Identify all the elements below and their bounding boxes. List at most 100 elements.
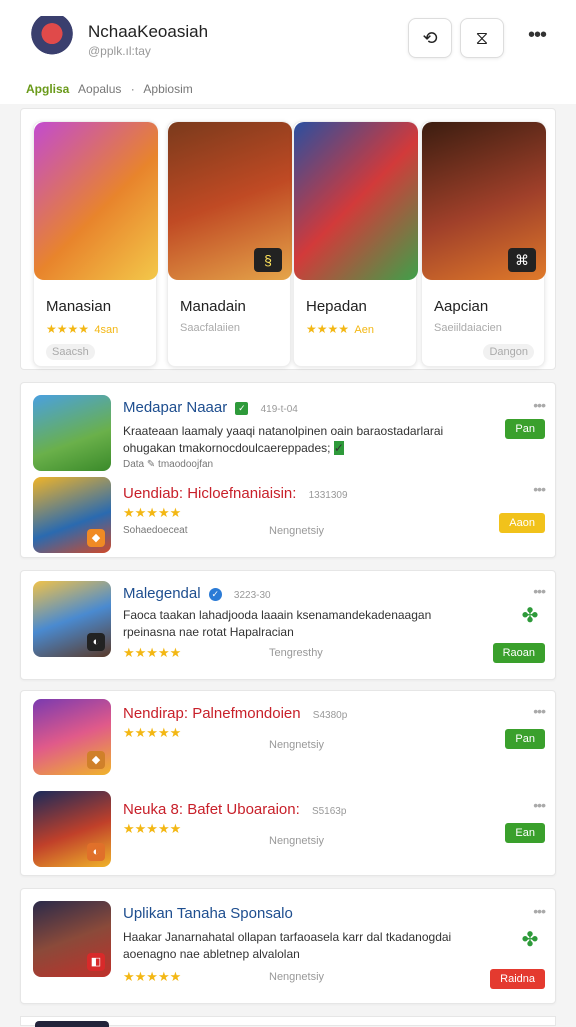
game-title: Nendirap: Palnefmondoien S4380p — [123, 705, 347, 722]
game-meta: S5163p — [311, 806, 347, 817]
game-title-text: Malegendal — [123, 585, 201, 602]
more-options-icon[interactable]: ••• — [533, 797, 546, 813]
install-button[interactable]: Raoan — [492, 643, 545, 663]
game-title: Uendiab: Hicloefnaniaisin: 1331309 — [123, 485, 348, 502]
category-pill: Saacsh — [46, 344, 95, 360]
game-title-text: Medapar Naaar — [123, 399, 228, 416]
more-options-icon[interactable]: ••• — [533, 397, 546, 413]
game-title: Malegendal ✓ 3223-30 — [123, 585, 271, 602]
list-item[interactable]: ◐ Malegendal ✓ 3223-30 Faoca taakan laha… — [21, 571, 557, 681]
list-item[interactable]: ◐ Neuka 8: Bafet Uboaraion: S5163p ★★★★★… — [21, 785, 557, 877]
list-item[interactable]: Medapar Naaar ✓ 419-t-04 Kraateaan laama… — [21, 383, 557, 473]
more-button[interactable]: ••• — [520, 24, 554, 52]
game-icon — [33, 395, 111, 471]
featured-card[interactable]: ⌘ Aapcian Saeiildaiacien Dangon — [421, 121, 546, 367]
next-group-peek — [20, 1016, 556, 1027]
leaf-icon: ✤ — [521, 929, 539, 951]
game-name: Manadain — [180, 298, 246, 315]
more-icon: ••• — [527, 24, 547, 46]
category-pill: Dangon — [483, 344, 534, 360]
game-category: Nengnetsiy — [269, 739, 325, 751]
install-button[interactable]: Raidna — [490, 969, 545, 989]
game-meta: 1331309 — [308, 490, 348, 501]
install-button[interactable]: Pan — [505, 419, 545, 439]
more-options-icon[interactable]: ••• — [533, 583, 546, 599]
game-description: Haakar Janarnahatal ollapan tarfaoasela … — [123, 930, 452, 961]
rating-stars: ★★★★★ — [123, 821, 182, 836]
verified-icon: ✓ — [333, 441, 344, 455]
app-subtitle: @pplk.ıl:tay — [88, 44, 151, 58]
app-logo — [30, 16, 74, 60]
rating-stars: ★★★★★ — [123, 969, 182, 984]
game-thumbnail: § — [168, 122, 292, 280]
list-item[interactable]: ◆ Uendiab: Hicloefnaniaisin: 1331309 ★★★… — [21, 473, 557, 559]
install-button[interactable]: Pan — [505, 729, 545, 749]
game-category: Tengresthy — [269, 647, 323, 659]
rating: ★★★★ 4san — [46, 322, 118, 336]
install-button[interactable]: Aaon — [499, 513, 545, 533]
app-header: NchaaKeoasiah @pplk.ıl:tay ⟲ ⧖ ••• Apgli… — [0, 0, 576, 104]
rating-text: Aen — [354, 324, 374, 336]
rating-stars: ★★★★★ — [123, 505, 182, 520]
breadcrumb-item[interactable]: Apglisa — [26, 82, 69, 96]
game-meta: S4380p — [312, 710, 348, 721]
game-title-text: Nendirap: Palnefmondoien — [123, 705, 301, 722]
game-icon: ◐ — [33, 791, 111, 867]
leaf-icon: ✤ — [521, 605, 539, 627]
more-options-icon[interactable]: ••• — [533, 481, 546, 497]
game-icon: ◐ — [33, 581, 111, 657]
featured-card[interactable]: Hepadan ★★★★ Aen — [293, 121, 418, 367]
game-title-text: Uplikan Tanaha Sponsalo — [123, 905, 293, 922]
history-icon: ⟲ — [422, 27, 438, 48]
more-options-icon[interactable]: ••• — [533, 703, 546, 719]
featured-card[interactable]: § Manadain Saacfalaiien — [167, 121, 292, 367]
game-title: Neuka 8: Bafet Uboaraion: S5163p — [123, 801, 346, 818]
game-badge-icon: ◧ — [87, 953, 105, 971]
game-subtitle: Saeiildaiacien — [434, 322, 502, 334]
game-category: Nengnetsiy — [269, 525, 325, 537]
game-description: Kraateaan laamaly yaaqi natanolpinen oai… — [123, 423, 483, 457]
game-title-text: Uendiab: Hicloefnaniaisin: — [123, 485, 297, 502]
rating-stars: ★★★★ — [46, 322, 90, 336]
game-thumbnail — [34, 122, 158, 280]
rating-stars: ★★★★★ — [123, 645, 182, 660]
app-title: NchaaKeoasiah — [88, 22, 209, 41]
featured-carousel: Manasian ★★★★ 4san Saacsh § Manadain Saa… — [20, 108, 556, 370]
game-name: Aapcian — [434, 298, 489, 315]
game-list-group: ◆ Nendirap: Palnefmondoien S4380p ★★★★★ … — [20, 690, 556, 876]
featured-card[interactable]: Manasian ★★★★ 4san Saacsh — [33, 121, 158, 367]
game-publisher: Sohaedoeceat — [123, 525, 188, 536]
verified-icon: ✓ — [235, 402, 249, 415]
game-icon: ◆ — [33, 477, 111, 553]
game-subtitle: Saacfalaiien — [180, 322, 240, 334]
game-badge-icon: ◐ — [87, 633, 105, 651]
rating-stars: ★★★★★ — [123, 725, 182, 740]
game-list-group: ◧ Uplikan Tanaha Sponsalo Haakar Janarna… — [20, 888, 556, 1004]
more-options-icon[interactable]: ••• — [533, 903, 546, 919]
list-item[interactable]: ◆ Nendirap: Palnefmondoien S4380p ★★★★★ … — [21, 691, 557, 785]
game-name: Hepadan — [306, 298, 367, 315]
rating-stars: ★★★★ — [306, 322, 350, 336]
game-publisher: Data ✎ tmaodoojfan — [123, 459, 214, 470]
game-icon: ◧ — [33, 901, 111, 977]
history-button[interactable]: ⟲ — [408, 18, 452, 58]
game-meta: 3223-30 — [233, 590, 271, 601]
list-item[interactable]: ◧ Uplikan Tanaha Sponsalo Haakar Janarna… — [21, 889, 557, 1005]
game-category: Nengnetsiy — [269, 835, 325, 847]
game-icon: ◆ — [33, 699, 111, 775]
game-badge-icon: ◐ — [87, 843, 105, 861]
game-title: Uplikan Tanaha Sponsalo — [123, 905, 293, 922]
rating: ★★★★ Aen — [306, 322, 374, 336]
bookmark-button[interactable]: ⧖ — [460, 18, 504, 58]
game-list-group: Medapar Naaar ✓ 419-t-04 Kraateaan laama… — [20, 382, 556, 558]
game-title: Medapar Naaar ✓ 419-t-04 — [123, 399, 298, 416]
game-thumbnail: ⌘ — [422, 122, 546, 280]
rating-text: 4san — [94, 324, 119, 336]
breadcrumb-item[interactable]: Apbiosim — [143, 82, 192, 96]
breadcrumb-item[interactable]: Aopalus — [78, 82, 121, 96]
game-icon — [35, 1021, 109, 1027]
install-button[interactable]: Ean — [505, 823, 545, 843]
game-thumbnail — [294, 122, 418, 280]
game-badge-icon: ◆ — [87, 751, 105, 769]
game-list-group: ◐ Malegendal ✓ 3223-30 Faoca taakan laha… — [20, 570, 556, 680]
